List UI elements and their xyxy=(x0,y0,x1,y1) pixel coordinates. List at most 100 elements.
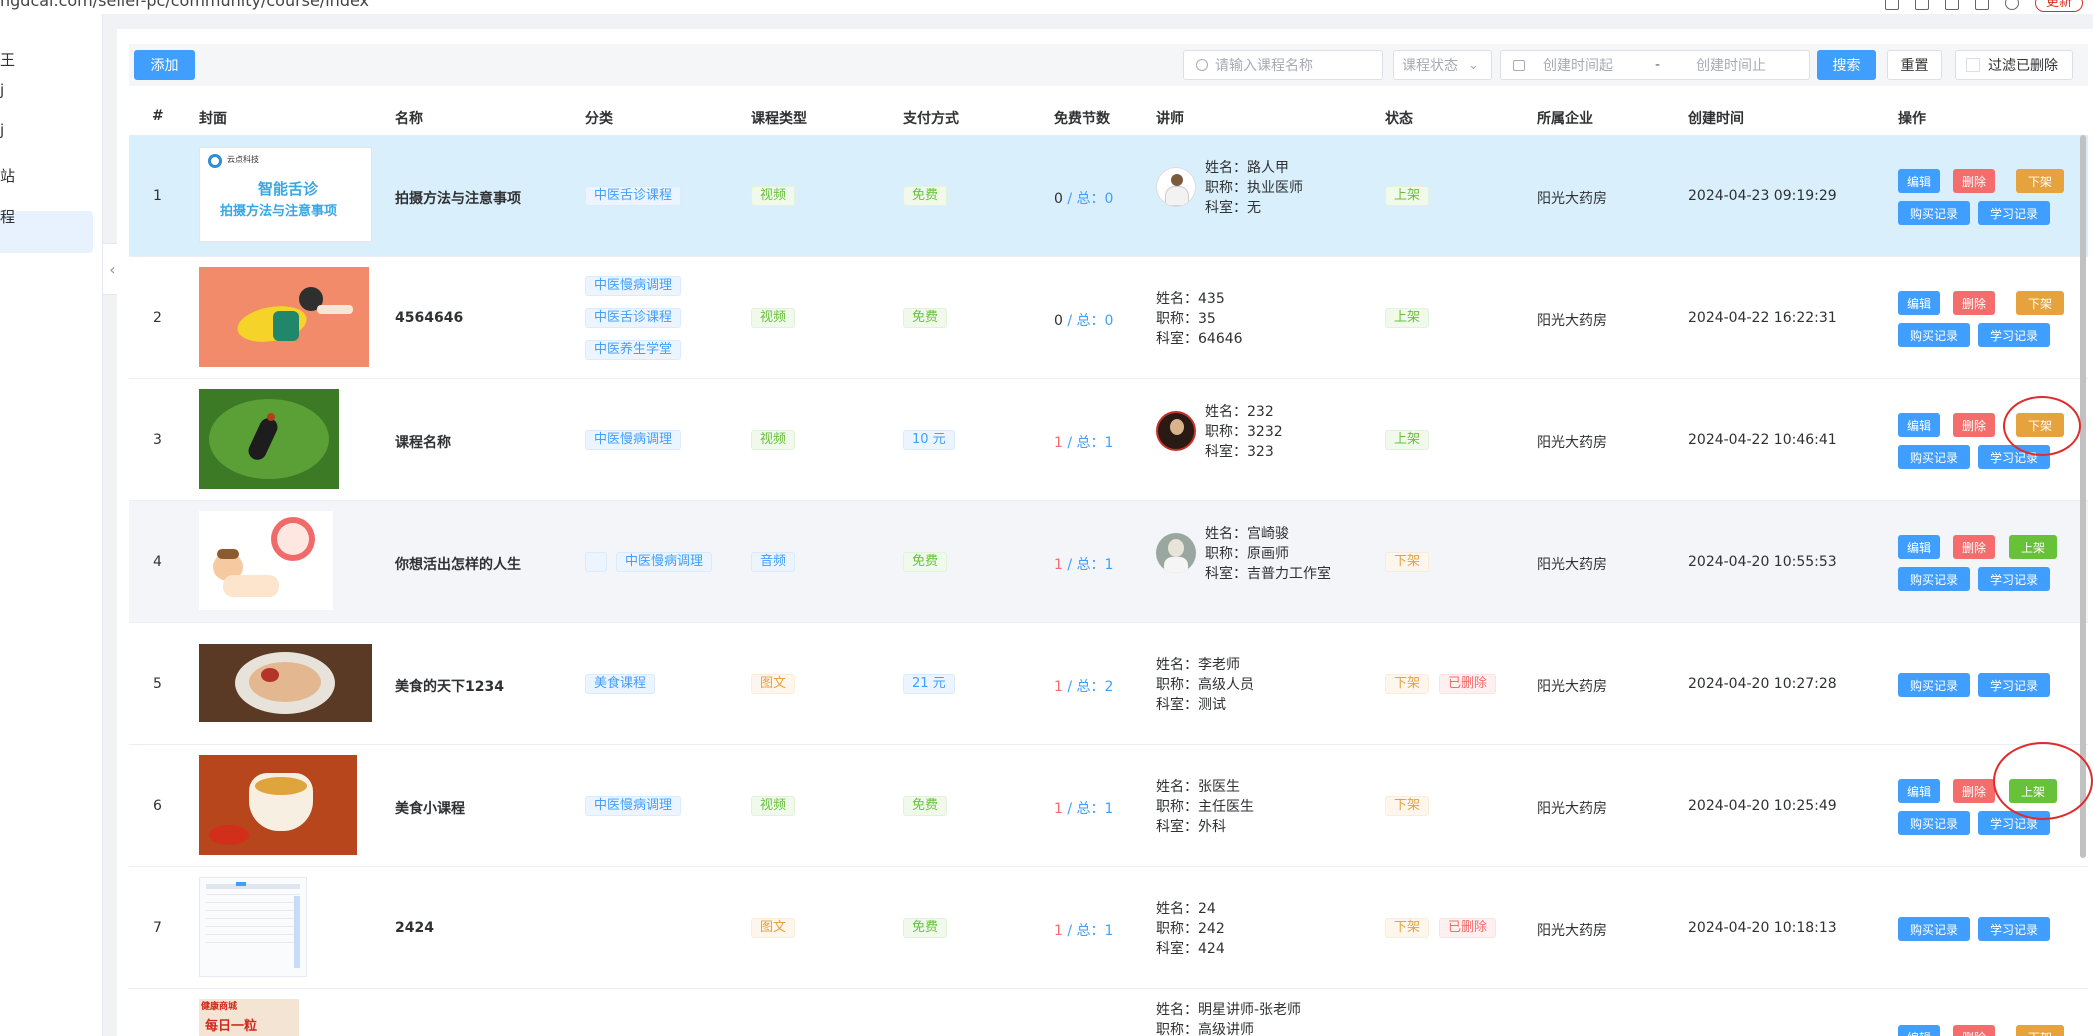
off-shelf-button[interactable]: 下架 xyxy=(2016,291,2064,315)
edit-button[interactable]: 编辑 xyxy=(1898,169,1940,193)
type-tag: 视频 xyxy=(751,430,796,450)
delete-button[interactable]: 删除 xyxy=(1953,413,1995,437)
course-cover[interactable]: 云点科技 智能舌诊 拍摄方法与注意事项 xyxy=(199,147,372,242)
lecturer-info: 姓名：路人甲 职称：执业医师 科室：无 xyxy=(1205,158,1303,218)
course-cover[interactable] xyxy=(199,389,339,489)
study-records-button[interactable]: 学习记录 xyxy=(1978,917,2050,941)
total-prefix: 总： xyxy=(1076,923,1105,939)
payment: 10 元 xyxy=(903,430,955,450)
checkbox-box[interactable] xyxy=(1966,58,1980,72)
free-sep: / xyxy=(1067,557,1073,573)
table-row[interactable]: 6 美食小课程 中医慢病调理 视频 免费 1 / 总：1 姓名：张医生 职称：主… xyxy=(129,745,2088,867)
profile-icon[interactable] xyxy=(2004,0,2019,10)
search-input[interactable]: 请输入课程名称 xyxy=(1183,50,1383,80)
off-shelf-button[interactable]: 下架 xyxy=(2016,1025,2064,1036)
sidebar-icon[interactable] xyxy=(1974,0,1989,10)
purchase-records-button[interactable]: 购买记录 xyxy=(1898,811,1970,835)
sidebar-item-course[interactable]: 程 xyxy=(0,206,15,227)
filter-deleted-checkbox[interactable]: 过滤已删除 xyxy=(1955,50,2073,80)
payment-tag: 免费 xyxy=(903,796,948,816)
table-row[interactable]: 3 课程名称 中医慢病调理 视频 10 元 1 / 总：1 姓名：232 职称：… xyxy=(129,379,2088,501)
label-title: 职称： xyxy=(1205,424,1247,440)
delete-button[interactable]: 删除 xyxy=(1953,1025,1995,1036)
course-cover[interactable]: 健康商城 每日一粒 xyxy=(199,999,299,1036)
purchase-records-button[interactable]: 购买记录 xyxy=(1898,201,1970,225)
free-count: 0 xyxy=(1054,313,1063,329)
category-tags: 中医舌诊课程 xyxy=(585,186,682,206)
study-records-button[interactable]: 学习记录 xyxy=(1978,567,2050,591)
edit-button[interactable]: 编辑 xyxy=(1898,779,1940,803)
label-name: 姓名： xyxy=(1156,901,1198,917)
edit-button[interactable]: 编辑 xyxy=(1898,291,1940,315)
label-title: 职称： xyxy=(1156,677,1198,693)
type-tag: 视频 xyxy=(751,186,796,206)
date-separator: - xyxy=(1655,57,1661,73)
course-cover[interactable] xyxy=(199,511,333,610)
lecturer-name: 435 xyxy=(1198,291,1225,307)
off-shelf-button[interactable]: 下架 xyxy=(2016,169,2064,193)
search-button[interactable]: 搜索 xyxy=(1817,50,1876,80)
edit-button[interactable]: 编辑 xyxy=(1898,535,1940,559)
table-scrollbar[interactable] xyxy=(2080,135,2086,858)
table-row[interactable]: 1 云点科技 智能舌诊 拍摄方法与注意事项 拍摄方法与注意事项 中医舌诊课程 视… xyxy=(129,135,2088,257)
on-shelf-button[interactable]: 上架 xyxy=(2009,535,2057,559)
table-row[interactable]: 5 美食的天下1234 美食课程 图文 21 元 1 / 总：2 姓名：李老师 … xyxy=(129,623,2088,745)
edit-button[interactable]: 编辑 xyxy=(1898,1025,1940,1036)
lecturer-dept: 外科 xyxy=(1198,819,1226,835)
total-count: 1 xyxy=(1104,435,1114,451)
table-row[interactable]: 4 你想活出怎样的人生 中医慢病调理 音频 免费 1 / 总：1 姓名：宫崎骏 … xyxy=(129,501,2088,623)
label-dept: 科室： xyxy=(1205,444,1247,460)
col-company: 所属企业 xyxy=(1537,111,1593,127)
label-title: 职称： xyxy=(1156,1022,1198,1036)
table-row[interactable]: 健康商城 每日一粒 姓名：明星讲师-张老师 职称：高级讲师 编辑 删除 下架 xyxy=(129,989,2088,1036)
lecturer-avatar xyxy=(1156,533,1196,573)
delete-button[interactable]: 删除 xyxy=(1953,291,1995,315)
share-icon[interactable] xyxy=(1914,0,1929,10)
update-button[interactable]: 更新 xyxy=(2034,0,2083,12)
study-records-button[interactable]: 学习记录 xyxy=(1978,201,2050,225)
cover-subtitle: 拍摄方法与注意事项 xyxy=(220,204,338,219)
label-dept: 科室： xyxy=(1156,941,1198,957)
payment-tag: 免费 xyxy=(903,186,948,206)
delete-button[interactable]: 删除 xyxy=(1953,779,1995,803)
date-range-picker[interactable]: 创建时间起 - 创建时间止 xyxy=(1500,50,1810,80)
lecturer-info: 姓名：宫崎骏 职称：原画师 科室：吉普力工作室 xyxy=(1205,524,1331,584)
search-placeholder: 请输入课程名称 xyxy=(1215,58,1313,74)
purchase-records-button[interactable]: 购买记录 xyxy=(1898,323,1970,347)
course-cover[interactable] xyxy=(199,267,369,367)
payment-tag: 免费 xyxy=(903,552,948,572)
payment: 免费 xyxy=(903,186,948,206)
free-sep: / xyxy=(1067,313,1073,329)
table-row[interactable]: 2 4564646 中医慢病调理 中医舌诊课程 中医养生学堂 视频 免费 0 /… xyxy=(129,257,2088,379)
label-name: 姓名： xyxy=(1156,291,1198,307)
purchase-records-button[interactable]: 购买记录 xyxy=(1898,567,1970,591)
purchase-records-button[interactable]: 购买记录 xyxy=(1898,445,1970,469)
course-cover[interactable] xyxy=(199,877,307,977)
star-icon[interactable] xyxy=(1944,0,1959,10)
lecturer-dept: 无 xyxy=(1247,200,1261,216)
delete-button[interactable]: 删除 xyxy=(1953,535,1995,559)
table-row[interactable]: 7 2424 图文 免费 1 / 总：1 姓名：24 职称：242 科室：424… xyxy=(129,867,2088,989)
purchase-records-button[interactable]: 购买记录 xyxy=(1898,673,1970,697)
study-records-button[interactable]: 学习记录 xyxy=(1978,323,2050,347)
purchase-records-button[interactable]: 购买记录 xyxy=(1898,917,1970,941)
lecturer-title: 主任医生 xyxy=(1198,799,1254,815)
category-tag-empty xyxy=(585,552,607,572)
free-lessons: 1 / 总：1 xyxy=(1054,798,1113,818)
sidebar-item[interactable]: 站 xyxy=(0,165,15,186)
free-lessons: 1 / 总：1 xyxy=(1054,432,1113,452)
course-cover[interactable] xyxy=(199,755,357,855)
reset-button[interactable]: 重置 xyxy=(1887,50,1942,80)
sidebar-item[interactable]: j xyxy=(0,121,4,139)
study-records-button[interactable]: 学习记录 xyxy=(1978,673,2050,697)
delete-button[interactable]: 删除 xyxy=(1953,169,1995,193)
status-select[interactable]: 课程状态 ⌄ xyxy=(1393,50,1492,80)
sidebar-item[interactable]: 王 xyxy=(0,49,15,70)
sidebar-item[interactable]: j xyxy=(0,81,4,99)
course-cover[interactable] xyxy=(199,644,372,722)
add-button[interactable]: 添加 xyxy=(134,50,195,80)
edit-button[interactable]: 编辑 xyxy=(1898,413,1940,437)
key-icon[interactable] xyxy=(1884,0,1899,10)
lecturer-dept: 测试 xyxy=(1198,697,1226,713)
payment-tag: 10 元 xyxy=(903,430,955,450)
